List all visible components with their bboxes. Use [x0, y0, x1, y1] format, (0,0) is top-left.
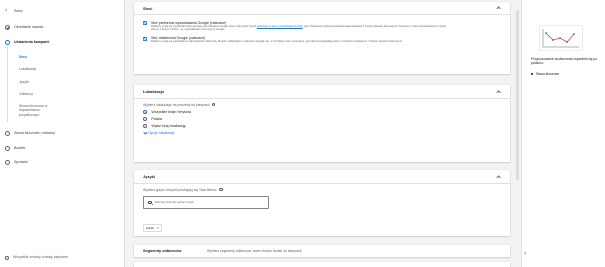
display-network-checkbox[interactable] — [143, 36, 147, 41]
step-circle-icon — [5, 131, 10, 136]
nav-item-campaign-settings[interactable]: Ustawienia kampanii — [5, 40, 49, 45]
radio-label: Wpisz inną lokalizację — [151, 124, 186, 129]
selected-languages: polski × — [134, 216, 510, 234]
languages-prompt: Wybierz języki, którymi posługują się Tw… — [134, 188, 510, 192]
help-icon[interactable] — [219, 187, 223, 192]
subnav-item-broad-match[interactable]: Słowa kluczowe w dopasowaniu przybliżony… — [19, 104, 55, 117]
forecast-panel: Prognozowanie skuteczności wyświetli się… — [521, 0, 605, 267]
card-title: Języki — [143, 174, 156, 179]
subnav-item-languages[interactable]: Języki — [19, 80, 89, 84]
language-chip: polski × — [143, 223, 163, 232]
requirement-label: Słowa kluczowe — [535, 72, 560, 76]
step-circle-icon — [5, 160, 10, 165]
radio-label: Polska — [151, 117, 162, 122]
save-status-text: Wszystkie zmiany zostały zapisane — [13, 255, 68, 259]
subnav-item-locations[interactable]: Lokalizacje — [19, 67, 89, 71]
prompt-text: Wybierz lokalizacje na potrzeby tej kamp… — [143, 102, 210, 107]
nav-label: Sprawdź — [14, 160, 28, 164]
link-label: Opcje lokalizacji — [148, 130, 175, 135]
option-description: Reklamy mogą się wyświetlać obok wyników… — [151, 25, 451, 31]
remove-icon[interactable]: × — [157, 226, 159, 230]
search-partners-checkbox[interactable] — [143, 21, 147, 26]
nav-item-bidding[interactable]: Określanie stawek — [5, 25, 43, 30]
nav-label: Słowa kluczowe i reklamy — [14, 131, 55, 135]
radio-selected[interactable] — [143, 110, 148, 115]
card-title: Sieci — [143, 5, 153, 11]
location-option-other[interactable]: Wpisz inną lokalizację — [134, 123, 510, 130]
chevron-up-icon[interactable] — [496, 89, 501, 94]
cloud-saved-icon — [5, 255, 9, 260]
chevron-up-icon[interactable] — [496, 6, 501, 11]
languages-card: Języki Wybierz języki, którymi posługują… — [134, 170, 510, 236]
locations-prompt: Wybierz lokalizacje na potrzeby tej kamp… — [134, 103, 510, 107]
step-circle-icon — [5, 40, 10, 45]
search-placeholder: Zacznij pisać lub wybierz język — [154, 200, 194, 205]
search-partners-link[interactable]: partnerów w sieci wyszukiwania Google — [257, 25, 303, 28]
card-title: Lokalizacje — [143, 89, 165, 94]
radio-label: Wszystkie kraje i terytoria — [151, 110, 192, 115]
option-text: Sieć reklamowa Google (zalecane) Reklamy… — [151, 36, 451, 43]
step-connector — [7, 47, 9, 122]
expand-panel-icon[interactable]: › — [524, 250, 526, 257]
nav-label: Ustawienia kampanii — [14, 40, 50, 44]
step-circle-icon — [5, 146, 10, 151]
divider — [134, 14, 510, 15]
radio[interactable] — [143, 117, 148, 122]
save-status: Wszystkie zmiany zostały zapisane — [5, 255, 105, 260]
next-card — [134, 262, 510, 267]
left-navigation: Szkic Określanie stawek Ustawienia kampa… — [0, 0, 125, 267]
bullet-icon — [531, 73, 533, 75]
forecast-requirement: Słowa kluczowe — [531, 72, 559, 76]
radio[interactable] — [143, 124, 148, 129]
nav-item-keywords-ads[interactable]: Słowa kluczowe i reklamy — [5, 131, 55, 136]
subnav-item-audiences[interactable]: Odbiorcy — [19, 92, 89, 96]
networks-header[interactable]: Sieci — [134, 2, 510, 14]
divider — [134, 98, 510, 99]
search-partners-option: Sieć partnerów wyszukiwania Google (zale… — [134, 21, 510, 32]
back-arrow-icon — [5, 8, 10, 14]
main-content: Sieci Sieć partnerów wyszukiwania Google… — [125, 0, 520, 267]
scrollbar[interactable] — [516, 10, 519, 180]
networks-card: Sieci Sieć partnerów wyszukiwania Google… — [134, 2, 510, 74]
chevron-down-icon — [143, 131, 147, 135]
location-options-link[interactable]: Opcje lokalizacji — [134, 131, 510, 135]
language-search-input[interactable]: Zacznij pisać lub wybierz język — [143, 195, 269, 209]
segments-row: Segmenty odbiorców Wybierz segmenty odbi… — [134, 245, 510, 257]
option-description: Reklamy mogą się wyświetlać w odpowiedni… — [151, 40, 403, 44]
display-network-option: Sieć reklamowa Google (zalecane) Reklamy… — [134, 36, 510, 43]
prompt-text: Wybierz języki, którymi posługują się Tw… — [143, 187, 218, 192]
nav-item-szkic[interactable]: Szkic — [5, 8, 23, 14]
segments-description: Wybierz segmenty odbiorców, które chcesz… — [207, 249, 303, 253]
location-option-poland[interactable]: Polska — [134, 116, 510, 123]
audience-segments-card[interactable]: Segmenty odbiorców Wybierz segmenty odbi… — [134, 245, 510, 257]
check-circle-icon — [5, 25, 10, 30]
nav-label: Budżet — [14, 146, 26, 150]
option-text: Sieć partnerów wyszukiwania Google (zale… — [151, 21, 451, 32]
languages-header[interactable]: Języki — [134, 170, 510, 183]
nav-item-budget[interactable]: Budżet — [5, 146, 25, 151]
locations-card: Lokalizacje Wybierz lokalizacje na potrz… — [134, 85, 510, 162]
nav-label: Szkic — [14, 9, 23, 13]
location-option-all[interactable]: Wszystkie kraje i terytoria — [134, 109, 510, 116]
subnav-item-networks[interactable]: Sieci — [19, 55, 89, 59]
card-title: Segmenty odbiorców — [143, 249, 182, 253]
locations-header[interactable]: Lokalizacje — [134, 85, 510, 98]
forecast-illustration — [539, 25, 583, 51]
divider — [134, 183, 510, 184]
search-icon — [148, 200, 152, 205]
help-icon[interactable] — [211, 102, 216, 107]
chip-label: polski — [146, 225, 154, 230]
nav-label: Określanie stawek — [14, 25, 44, 29]
chevron-up-icon[interactable] — [496, 174, 501, 179]
forecast-title: Prognozowanie skuteczności wyświetli się… — [531, 57, 598, 66]
nav-item-review[interactable]: Sprawdź — [5, 160, 28, 165]
